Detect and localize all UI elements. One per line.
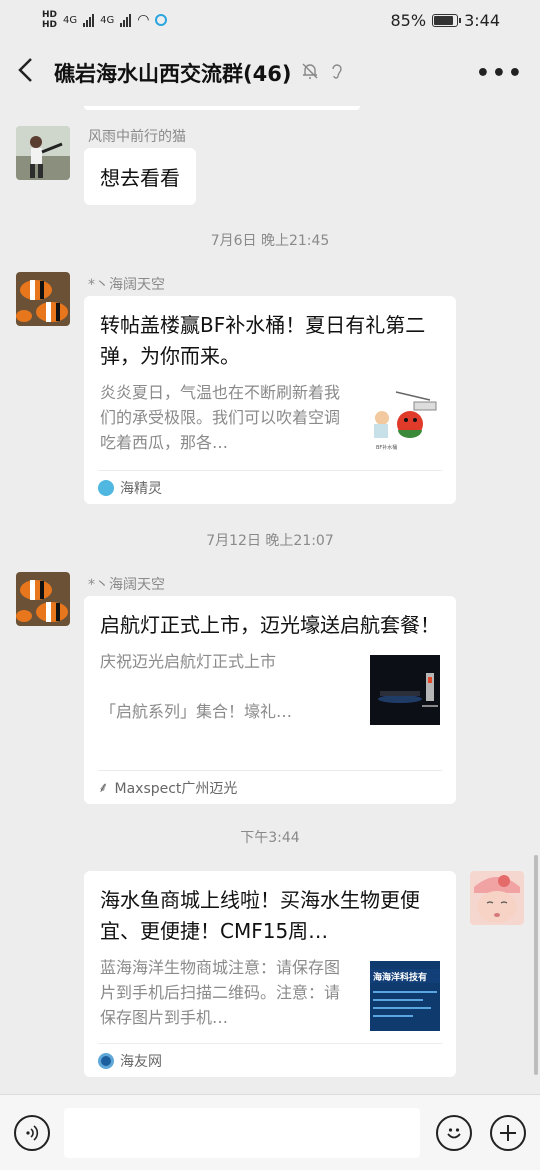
source-logo-icon xyxy=(98,1052,114,1069)
avatar-clownfish[interactable] xyxy=(16,572,70,626)
card-source: 海友网 xyxy=(98,1043,442,1077)
voice-icon[interactable] xyxy=(14,1114,50,1151)
emoji-icon[interactable] xyxy=(436,1114,472,1151)
sender-name: *丶海阔天空 xyxy=(88,277,165,293)
card-description: 庆祝迈光启航灯正式上市 「启航系列」集合！壕礼… xyxy=(100,652,293,721)
hd-label-1: HD xyxy=(42,10,58,20)
clock: 3:44 xyxy=(464,10,500,30)
card-title: 海水鱼商城上线啦！买海水生物更便宜、更便捷！CMF15周… xyxy=(100,888,420,943)
card-body: 庆祝迈光启航灯正式上市 「启航系列」集合！壕礼… xyxy=(100,649,440,725)
network-type-1: 4G xyxy=(63,14,78,26)
status-right: 85% 3:44 xyxy=(391,11,501,30)
plus-icon[interactable] xyxy=(490,1114,526,1151)
thumb-heading: 海海洋科技有 xyxy=(373,971,427,983)
link-card[interactable]: 启航灯正式上市，迈光壕送启航套餐！ 庆祝迈光启航灯正式上市 「启航系列」集合！壕… xyxy=(84,596,456,804)
sender-name: *丶海阔天空 xyxy=(88,577,165,593)
card-body: 炎炎夏日，气温也在不断刷新着我们的承受极限。我们可以吹着空调吃着西瓜，那各… B… xyxy=(100,380,440,456)
card-thumbnail: BF补水桶 xyxy=(370,386,440,456)
card-source-name: 海友网 xyxy=(120,1053,162,1070)
previous-bubble-edge xyxy=(84,106,360,110)
hd-indicator: HD HD xyxy=(42,10,57,30)
card-description: 蓝海海洋生物商城注意：请保存图片到手机后扫描二维码。注意：请保存图片到手机… xyxy=(100,958,341,1027)
message-timestamp: 7月12日 晚上21:07 xyxy=(206,533,334,549)
thumb-caption: BF补水桶 xyxy=(376,444,397,451)
avatar-cat-rider[interactable] xyxy=(16,126,70,180)
wifi-icon: ◠ xyxy=(137,12,150,28)
app-notification-icon xyxy=(155,14,168,26)
chat-title: 礁岩海水山西交流群(46) xyxy=(54,62,292,86)
card-thumbnail xyxy=(370,655,440,725)
chat-messages[interactable]: 风雨中前行的猫 想去看看 7月6日 晚上21:45 *丶海阔天空 转帖盖楼赢BF… xyxy=(0,106,540,1094)
signal-icon xyxy=(83,13,95,27)
avatar-self-baby[interactable] xyxy=(470,871,524,925)
back-icon[interactable] xyxy=(16,57,50,89)
card-body: 蓝海海洋生物商城注意：请保存图片到手机后扫描二维码。注意：请保存图片到手机… 海… xyxy=(100,955,440,1031)
card-source-name: Maxspect广州迈光 xyxy=(114,780,238,797)
scrollbar[interactable] xyxy=(534,855,538,1075)
battery-icon xyxy=(432,13,462,27)
link-card[interactable]: 转帖盖楼赢BF补水桶！夏日有礼第二弹，为你而来。 炎炎夏日，气温也在不断刷新着我… xyxy=(84,296,456,504)
status-left: HD HD 4G 4G ◠ xyxy=(42,10,168,30)
chat-header: 礁岩海水山西交流群(46) ••• xyxy=(0,40,540,106)
network-type-2: 4G xyxy=(100,14,115,26)
avatar-clownfish[interactable] xyxy=(16,272,70,326)
message-timestamp: 7月6日 晚上21:45 xyxy=(210,233,330,249)
link-card-sent[interactable]: 海水鱼商城上线啦！买海水生物更便宜、更便捷！CMF15周… 蓝海海洋生物商城注意… xyxy=(84,871,456,1077)
more-options-icon[interactable]: ••• xyxy=(476,61,524,86)
battery-percent: 85% xyxy=(390,10,427,30)
hd-label-2: HD xyxy=(42,20,58,30)
message-bubble[interactable]: 想去看看 xyxy=(84,148,196,205)
card-source: ⸙ Maxspect广州迈光 xyxy=(98,770,442,804)
source-logo-icon: ⸙ xyxy=(98,780,109,796)
signal-icon-2 xyxy=(120,13,132,27)
card-description: 炎炎夏日，气温也在不断刷新着我们的承受极限。我们可以吹着空调吃着西瓜，那各… xyxy=(100,383,341,452)
card-source: 海精灵 xyxy=(98,470,442,504)
sender-name: 风雨中前行的猫 xyxy=(88,129,186,145)
card-title: 启航灯正式上市，迈光壕送启航套餐！ xyxy=(100,613,440,637)
source-logo-icon xyxy=(98,479,114,496)
card-thumbnail: 海海洋科技有 xyxy=(370,961,440,1031)
card-title: 转帖盖楼赢BF补水桶！夏日有礼第二弹，为你而来。 xyxy=(100,313,426,368)
status-bar: HD HD 4G 4G ◠ 85% 3:44 xyxy=(0,0,540,40)
input-bar xyxy=(0,1094,540,1170)
message-input[interactable] xyxy=(64,1107,420,1158)
earpiece-icon xyxy=(329,62,345,84)
card-source-name: 海精灵 xyxy=(120,480,162,497)
message-timestamp: 下午3:44 xyxy=(240,830,300,846)
mute-bell-icon xyxy=(301,62,319,84)
